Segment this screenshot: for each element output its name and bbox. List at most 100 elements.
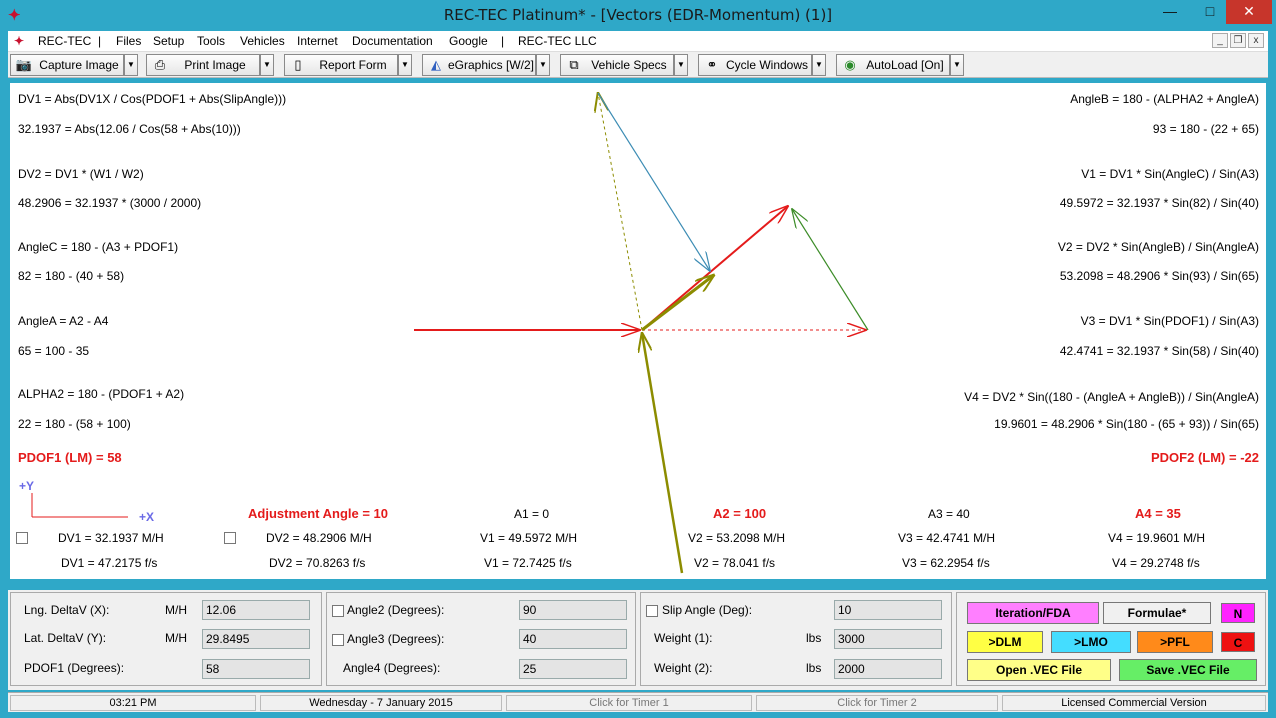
slip-weight-group: Slip Angle (Deg): 10 Weight (1): lbs 300…: [640, 592, 952, 686]
weight2-input[interactable]: 2000: [834, 659, 942, 679]
slip-angle-label: Slip Angle (Deg):: [662, 603, 753, 617]
iteration-fda-button[interactable]: Iteration/FDA: [967, 602, 1099, 624]
mdi-restore-button[interactable]: ❐: [1230, 33, 1246, 48]
report-form-button[interactable]: ▯ Report Form: [284, 54, 398, 76]
save-vec-file-button[interactable]: Save .VEC File: [1119, 659, 1257, 681]
dv1-fps: DV1 = 47.2175 f/s: [61, 556, 158, 570]
formula-anglec-values: 82 = 180 - (40 + 58): [18, 269, 125, 283]
menu-google[interactable]: Google: [449, 34, 488, 48]
formula-alpha2-values: 22 = 180 - (58 + 100): [18, 417, 131, 431]
mdi-close-button[interactable]: x: [1248, 33, 1264, 48]
v4-vector: [641, 275, 714, 332]
menu-internet[interactable]: Internet: [297, 34, 338, 48]
menu-tools[interactable]: Tools: [197, 34, 225, 48]
formula-v4: V4 = DV2 * Sin((180 - (AngleA + AngleB))…: [964, 390, 1259, 404]
cycle-windows-dropdown[interactable]: ▼: [812, 54, 826, 76]
mdi-minimize-button[interactable]: _: [1212, 33, 1228, 48]
weight1-input[interactable]: 3000: [834, 629, 942, 649]
angle4-input[interactable]: 25: [519, 659, 627, 679]
status-license: Licensed Commercial Version: [1002, 695, 1266, 711]
input-panel: Lng. DeltaV (X): M/H 12.06 Lat. DeltaV (…: [8, 590, 1268, 690]
formula-v1: V1 = DV1 * Sin(AngleC) / Sin(A3): [1081, 167, 1259, 181]
binoculars-icon: ⚭: [706, 57, 718, 72]
pfl-button[interactable]: >PFL: [1137, 631, 1213, 653]
timer2-button[interactable]: Click for Timer 2: [756, 695, 998, 711]
angle2-label: Angle2 (Degrees):: [347, 603, 445, 617]
capture-image-label: Capture Image: [39, 58, 119, 72]
status-time: 03:21 PM: [10, 695, 256, 711]
a2-label: A2 = 100: [713, 506, 767, 521]
egraphics-dropdown[interactable]: ▼: [536, 54, 550, 76]
formulae-button[interactable]: Formulae*: [1103, 602, 1211, 624]
v3-mph: V3 = 42.4741 M/H: [898, 531, 996, 545]
egraphics-button[interactable]: ◭ eGraphics [W/2]: [422, 54, 536, 76]
dv1-checkbox[interactable]: [16, 532, 28, 544]
cycle-windows-label: Cycle Windows: [725, 58, 809, 72]
formula-dv2-values: 48.2906 = 32.1937 * (3000 / 2000): [18, 196, 202, 210]
vehicle-specs-button[interactable]: ⧉ Vehicle Specs: [560, 54, 674, 76]
open-vec-file-button[interactable]: Open .VEC File: [967, 659, 1111, 681]
menu-rec-tec[interactable]: REC-TEC: [38, 34, 91, 48]
maximize-button[interactable]: □: [1196, 0, 1224, 24]
capture-image-button[interactable]: 📷 Capture Image: [10, 54, 124, 76]
formula-angleb-values: 93 = 180 - (22 + 65): [1152, 122, 1259, 136]
angle3-checkbox[interactable]: [332, 634, 344, 646]
a1-label: A1 = 0: [514, 507, 550, 521]
a3-label: A3 = 40: [928, 507, 970, 521]
command-group: Iteration/FDA Formulae* N >DLM >LMO >PFL…: [956, 592, 1266, 686]
dv1-mph: DV1 = 32.1937 M/H: [58, 531, 164, 545]
close-button[interactable]: ✕: [1226, 0, 1272, 24]
menu-vehicles[interactable]: Vehicles: [240, 34, 285, 48]
n-button[interactable]: N: [1221, 603, 1255, 623]
vehicle-specs-dropdown[interactable]: ▼: [674, 54, 688, 76]
egraphics-label: eGraphics [W/2]: [447, 58, 535, 72]
report-form-label: Report Form: [319, 58, 387, 72]
lmo-button[interactable]: >LMO: [1051, 631, 1131, 653]
angles-group: Angle2 (Degrees): 90 Angle3 (Degrees): 4…: [326, 592, 636, 686]
formula-v4-values: 19.9601 = 48.2906 * Sin(180 - (65 + 93))…: [994, 417, 1259, 431]
timer1-button[interactable]: Click for Timer 1: [506, 695, 752, 711]
graphics-icon: ◭: [431, 57, 441, 72]
menu-documentation[interactable]: Documentation: [352, 34, 433, 48]
angle3-input[interactable]: 40: [519, 629, 627, 649]
menu-files[interactable]: Files: [116, 34, 141, 48]
menu-separator: |: [98, 34, 102, 48]
dv2-checkbox[interactable]: [224, 532, 236, 544]
formula-anglec: AngleC = 180 - (A3 + PDOF1): [18, 240, 179, 254]
formula-v2: V2 = DV2 * Sin(AngleB) / Sin(AngleA): [1057, 240, 1259, 254]
menu-setup[interactable]: Setup: [153, 34, 184, 48]
print-image-dropdown[interactable]: ▼: [260, 54, 274, 76]
v2-mph: V2 = 53.2098 M/H: [688, 531, 786, 545]
rec-tec-menu-icon: ✦: [14, 34, 25, 48]
pdof2-label: PDOF2 (LM) = -22: [1151, 450, 1259, 465]
status-date: Wednesday - 7 January 2015: [260, 695, 502, 711]
x-axis-label: +X: [139, 510, 155, 524]
disc-icon: ◉: [844, 57, 856, 72]
lng-deltav-input[interactable]: 12.06: [202, 600, 310, 620]
v4-mph: V4 = 19.9601 M/H: [1108, 531, 1206, 545]
slip-angle-checkbox[interactable]: [646, 605, 658, 617]
print-image-button[interactable]: ⎙ Print Image: [146, 54, 260, 76]
angle4-label: Angle4 (Degrees):: [343, 661, 441, 675]
autoload-dropdown[interactable]: ▼: [950, 54, 964, 76]
capture-image-dropdown[interactable]: ▼: [124, 54, 138, 76]
lat-deltav-label: Lat. DeltaV (Y):: [24, 631, 107, 645]
formula-dv1: DV1 = Abs(DV1X / Cos(PDOF1 + Abs(SlipAng…: [18, 92, 287, 106]
title-bar: ✦ REC-TEC Platinum* - [Vectors (EDR-Mome…: [0, 0, 1276, 31]
lat-deltav-input[interactable]: 29.8495: [202, 629, 310, 649]
angle2-checkbox[interactable]: [332, 605, 344, 617]
minimize-button[interactable]: —: [1156, 0, 1184, 24]
slip-angle-input[interactable]: 10: [834, 600, 942, 620]
vector-diagram: [31, 83, 869, 574]
vector-canvas: DV1 = Abs(DV1X / Cos(PDOF1 + Abs(SlipAng…: [10, 83, 1266, 579]
report-form-dropdown[interactable]: ▼: [398, 54, 412, 76]
angle2-input[interactable]: 90: [519, 600, 627, 620]
pdof1-degrees-input[interactable]: 58: [202, 659, 310, 679]
dlm-button[interactable]: >DLM: [967, 631, 1043, 653]
autoload-button[interactable]: ◉ AutoLoad [On]: [836, 54, 950, 76]
cycle-windows-button[interactable]: ⚭ Cycle Windows: [698, 54, 812, 76]
formula-v2-values: 53.2098 = 48.2906 * Sin(93) / Sin(65): [1059, 269, 1259, 283]
menu-rec-tec-llc[interactable]: REC-TEC LLC: [518, 34, 597, 48]
v2-fps: V2 = 78.041 f/s: [694, 556, 776, 570]
c-button[interactable]: C: [1221, 632, 1255, 652]
